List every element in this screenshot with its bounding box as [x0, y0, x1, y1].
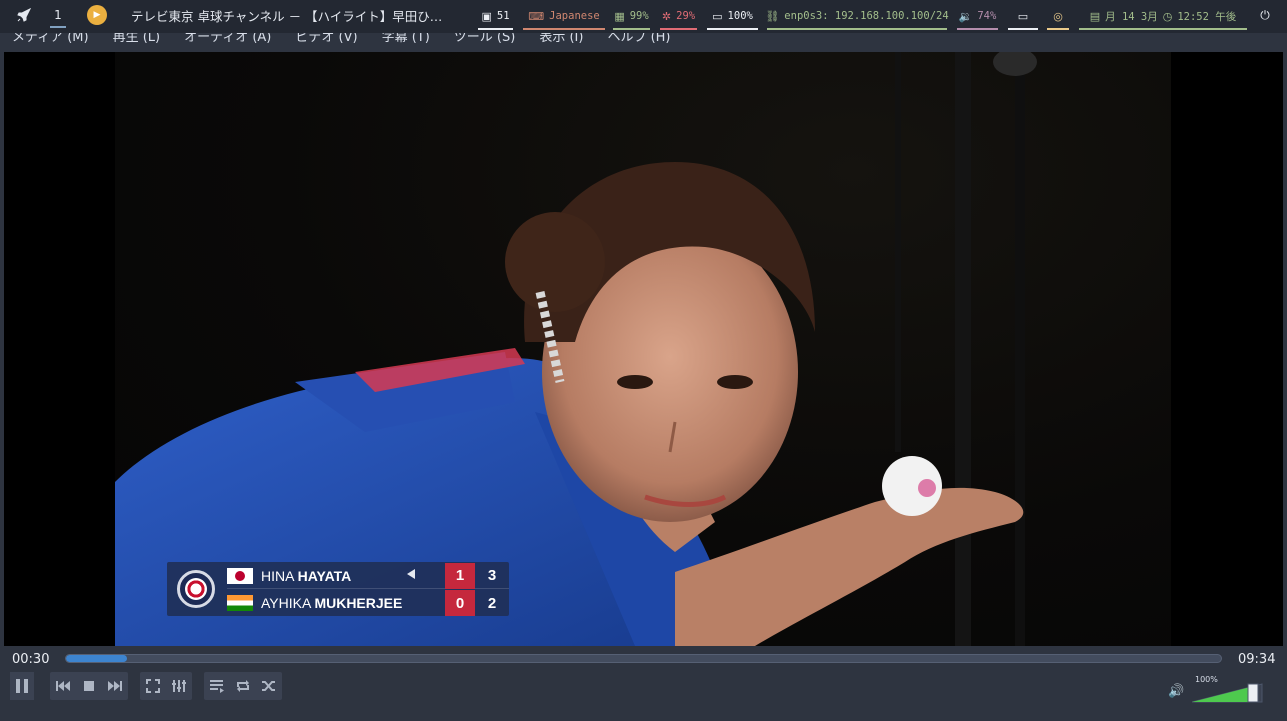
eye-slash-icon: ◎ [1053, 9, 1063, 23]
status-module-text: 74% [977, 10, 997, 22]
player-1-games: 3 [487, 567, 497, 584]
launcher-rocket-icon[interactable] [14, 0, 34, 30]
speaker-icon: 🔉 [958, 9, 973, 23]
player-1-points: 1 [445, 562, 475, 589]
menu-item[interactable]: 表示 (I) [539, 33, 583, 45]
player-2-points: 0 [445, 590, 475, 616]
status-module-text: Japanese [549, 10, 600, 22]
media-player-app-icon[interactable]: ▶ [87, 0, 107, 30]
status-module-text: enp0s3: 192.168.100.100/24 [784, 10, 949, 22]
menu-item[interactable]: ヘルプ (H) [607, 33, 670, 45]
stop-button[interactable] [78, 672, 100, 700]
status-module-network[interactable]: ⛓ enp0s3: 192.168.100.100/24 [765, 0, 949, 32]
seek-progress [66, 655, 128, 662]
status-module-text: 29% [676, 10, 696, 22]
battery-icon: ▭ [712, 9, 723, 23]
menu-item[interactable]: オーディオ (A) [184, 33, 271, 45]
video-frame[interactable]: HINA HAYATA 1 3 AYHIKA MUKHERJEE 0 2 [115, 52, 1171, 646]
video-area[interactable]: HINA HAYATA 1 3 AYHIKA MUKHERJEE 0 2 [4, 52, 1283, 646]
menu-item[interactable]: ビデオ (V) [295, 33, 357, 45]
menu-bar: メディア (M) 再生 (L) オーディオ (A) ビデオ (V) 字幕 (T) ツール … [0, 33, 1287, 45]
memory-icon: ▦ [614, 9, 625, 23]
status-module-text: 月 14 3月 [1105, 10, 1158, 23]
media-player-window: メディア (M) 再生 (L) オーディオ (A) ビデオ (V) 字幕 (T) ツール … [0, 33, 1287, 721]
network-icon: ⛓ [765, 9, 780, 23]
total-time: 09:34 [1238, 652, 1276, 667]
status-module-display[interactable]: ▭ [1008, 0, 1038, 32]
scoreboard-row-2: AYHIKA MUKHERJEE 0 2 [227, 590, 509, 616]
status-module-cpu[interactable]: ✲ 29% [660, 0, 697, 32]
extended-settings-button[interactable] [168, 672, 190, 700]
status-module-battery[interactable]: ▭ 100% [707, 0, 758, 32]
top-status-bar: 1 ▶ テレビ東京 卓球チャンネル － 【ハイライト】早田ひ… ▣ 51 ⌨ Japa… [0, 0, 1287, 33]
menu-item[interactable]: 再生 (L) [113, 33, 161, 45]
japan-flag-icon [227, 567, 253, 584]
keyboard-icon: ⌨ [528, 9, 545, 23]
scoreboard-row-1: HINA HAYATA 1 3 [227, 562, 509, 589]
menu-item[interactable]: メディア (M) [12, 33, 89, 45]
volume-slider[interactable] [1192, 683, 1264, 703]
status-module-package[interactable]: ▣ 51 [478, 0, 513, 32]
status-module-speaker[interactable]: 🔉 74% [957, 0, 998, 32]
previous-button[interactable] [52, 672, 74, 700]
next-button[interactable] [104, 672, 126, 700]
clock-text: 12:52 午後 [1177, 10, 1237, 23]
seek-slider[interactable] [65, 654, 1222, 663]
shuffle-button[interactable] [258, 672, 280, 700]
seek-row: 00:30 09:34 [0, 646, 1287, 672]
calendar-icon: ▤ [1089, 9, 1101, 23]
volume-control[interactable]: 🔊 100% [1168, 674, 1268, 704]
pause-button[interactable] [10, 672, 34, 700]
playlist-button[interactable] [206, 672, 228, 700]
loop-button[interactable] [232, 672, 254, 700]
status-module-calendar[interactable]: ▤ 月 14 3月 ◷ 12:52 午後 [1079, 0, 1247, 32]
status-module-memory[interactable]: ▦ 99% [613, 0, 650, 32]
player-2-games: 2 [487, 594, 497, 612]
menu-item[interactable]: 字幕 (T) [382, 33, 430, 45]
clock-icon: ◷ [1162, 9, 1173, 23]
status-module-eye-slash[interactable]: ◎ [1047, 0, 1069, 32]
video-scene [115, 52, 1037, 646]
package-icon: ▣ [481, 9, 492, 23]
power-icon[interactable]: ⏻ [1256, 0, 1274, 30]
status-module-keyboard[interactable]: ⌨ Japanese [523, 0, 605, 32]
india-flag-icon [227, 595, 253, 611]
tournament-logo [177, 570, 215, 608]
serve-indicator-icon [407, 569, 415, 579]
status-module-text: 100% [727, 10, 753, 22]
cpu-icon: ✲ [661, 9, 672, 23]
display-icon: ▭ [1017, 9, 1029, 23]
elapsed-time: 00:30 [12, 652, 50, 667]
volume-speaker-icon[interactable]: 🔊 [1168, 684, 1184, 699]
window-title: テレビ東京 卓球チャンネル － 【ハイライト】早田ひ… [131, 8, 443, 24]
status-module-text: 51 [496, 10, 510, 22]
fullscreen-button[interactable] [142, 672, 164, 700]
status-module-text: 99% [629, 10, 649, 22]
scoreboard: HINA HAYATA 1 3 AYHIKA MUKHERJEE 0 2 [167, 562, 509, 616]
workspace-active-indicator [50, 26, 66, 28]
menu-item[interactable]: ツール (S) [454, 33, 516, 45]
controls-bar: 🔊 100% [0, 672, 1287, 721]
